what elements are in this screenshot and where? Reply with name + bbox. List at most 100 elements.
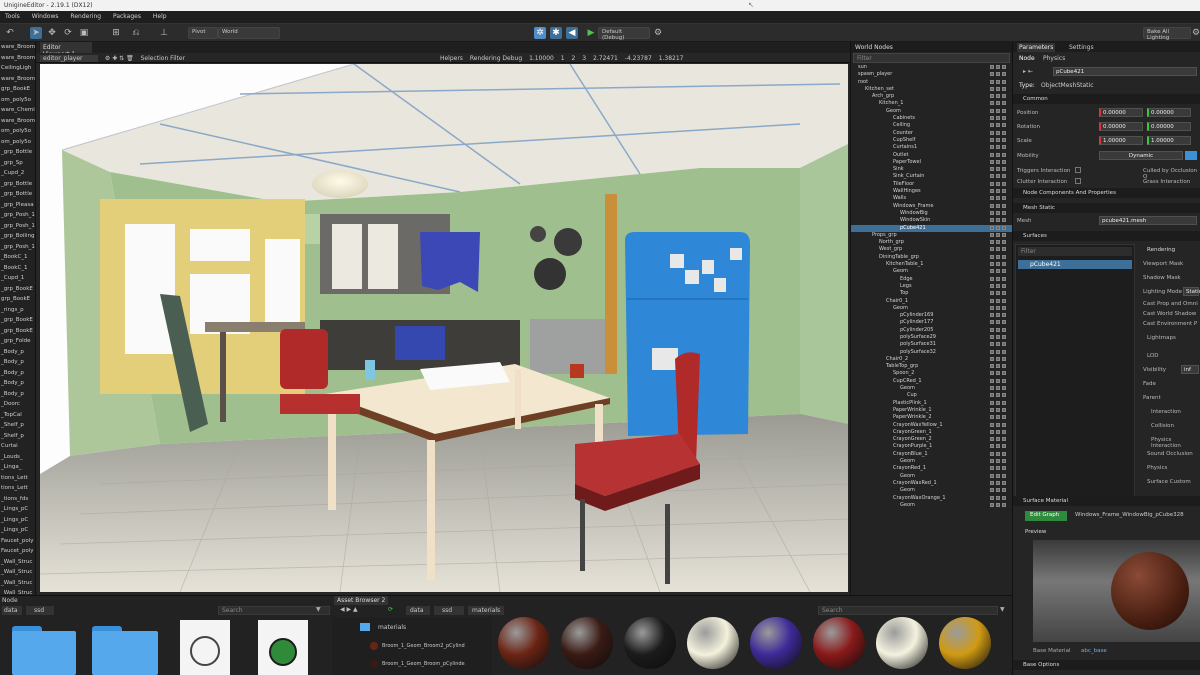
- visibility-toggle-icon[interactable]: [988, 174, 1008, 179]
- visibility-toggle-icon[interactable]: [988, 276, 1008, 282]
- world-node-row[interactable]: pCube421: [851, 224, 1012, 232]
- vp-field-0[interactable]: 1.10000: [529, 53, 554, 62]
- left-list-item[interactable]: _TopCal: [0, 410, 35, 421]
- left-list-item[interactable]: ware_Broom: [0, 116, 35, 127]
- visibility-toggle-icon[interactable]: [988, 145, 1008, 150]
- world-node-row[interactable]: spawn_player: [851, 71, 1012, 78]
- visibility-toggle-icon[interactable]: [988, 108, 1008, 114]
- bake-lighting-button[interactable]: Bake All Lighting: [1143, 27, 1191, 41]
- folder-icon[interactable]: [92, 626, 158, 675]
- left-list-item[interactable]: Faucet_poly: [0, 546, 35, 557]
- left-list-item[interactable]: grp_BookE: [0, 294, 35, 305]
- visibility-toggle-icon[interactable]: [988, 159, 1008, 165]
- left-list-item[interactable]: _grp_BookE: [0, 315, 35, 326]
- left-list-item[interactable]: om_poly5o: [0, 95, 35, 106]
- visibility-toggle-icon[interactable]: [988, 320, 1008, 325]
- world-node-row[interactable]: CupShelf: [851, 137, 1012, 144]
- world-node-row[interactable]: CrayonGreen_2: [851, 436, 1012, 443]
- selection-filter-dropdown[interactable]: Selection Filter: [141, 53, 185, 62]
- world-node-row[interactable]: Edge: [851, 276, 1012, 283]
- world-node-row[interactable]: TileFloor: [851, 181, 1012, 188]
- left-list-item[interactable]: _grp_Bottle: [0, 147, 35, 158]
- world-node-row[interactable]: CrayonRed_1: [851, 465, 1012, 472]
- visibility-toggle-icon[interactable]: [988, 313, 1008, 318]
- nav-back-icon[interactable]: ◀ ▶ ▲: [340, 606, 358, 613]
- collision-option[interactable]: Collision: [1151, 423, 1174, 429]
- visibility-toggle-icon[interactable]: [988, 502, 1008, 508]
- left-list-item[interactable]: tions_Lett: [0, 473, 35, 484]
- visibility-toggle-icon[interactable]: [988, 349, 1008, 355]
- tab-asset-browser[interactable]: Asset Browser 2: [334, 596, 389, 605]
- left-list-item[interactable]: tions_Lett: [0, 483, 35, 494]
- left-list-item[interactable]: _grp_Sp: [0, 158, 35, 169]
- bake-settings-gear-icon[interactable]: ⚙: [1190, 27, 1200, 39]
- folder-icon[interactable]: [12, 626, 76, 675]
- world-node-row[interactable]: CrayonWaxYellow_1: [851, 422, 1012, 429]
- visibility-toggle-icon[interactable]: [988, 86, 1008, 92]
- left-list-item[interactable]: _rings_p: [0, 305, 35, 316]
- tab-editor-viewport[interactable]: Editor Viewport 1: [40, 42, 92, 58]
- material-sphere-thumbnail[interactable]: [687, 617, 739, 669]
- left-list-item[interactable]: _BookC_1: [0, 252, 35, 263]
- scale-y[interactable]: 1.00000: [1147, 136, 1191, 145]
- base-material-link[interactable]: abc_base: [1081, 648, 1107, 654]
- world-node-row[interactable]: Geom: [851, 268, 1012, 275]
- section-interaction[interactable]: Interaction: [1151, 409, 1181, 415]
- left-list-item[interactable]: _Lings_pC: [0, 525, 35, 536]
- world-node-row[interactable]: polySurface31: [851, 341, 1012, 348]
- section-surface-material[interactable]: Surface Material: [1013, 496, 1200, 506]
- visibility-toggle-icon[interactable]: [988, 152, 1008, 158]
- asset-tab-ssd[interactable]: ssd: [434, 606, 464, 615]
- scale-x[interactable]: 1.00000: [1099, 136, 1143, 145]
- visibility-toggle-icon[interactable]: [988, 444, 1008, 449]
- vp-field-4[interactable]: 2.72471: [593, 53, 618, 62]
- mobility-dropdown[interactable]: Dynamic: [1099, 151, 1183, 160]
- world-node-row[interactable]: Cabinets: [851, 115, 1012, 122]
- material-sphere-thumbnail[interactable]: [876, 617, 928, 669]
- space-dropdown[interactable]: World: [218, 27, 280, 39]
- cast-prop-option[interactable]: Cast Prop and Omni: [1143, 301, 1198, 307]
- world-node-row[interactable]: CupCRed_1: [851, 378, 1012, 385]
- rendering-debug-dropdown[interactable]: Rendering Debug: [470, 53, 522, 62]
- visibility-toggle-icon[interactable]: [988, 342, 1008, 347]
- visibility-toggle-icon[interactable]: [988, 451, 1008, 457]
- world-node-row[interactable]: Curtains1: [851, 144, 1012, 151]
- visibility-toggle-icon[interactable]: [988, 466, 1008, 471]
- left-list-item[interactable]: _Wall_Struc: [0, 578, 35, 589]
- visibility-field[interactable]: inf: [1181, 365, 1199, 374]
- world-node-row[interactable]: root: [851, 79, 1012, 86]
- visibility-toggle-icon[interactable]: [988, 407, 1008, 413]
- visibility-toggle-icon[interactable]: [988, 334, 1008, 340]
- cast-world-option[interactable]: Cast World Shadow: [1143, 311, 1196, 317]
- left-tab-ssd[interactable]: ssd: [26, 606, 54, 615]
- snap-icon[interactable]: ⊞: [110, 27, 122, 39]
- visibility-toggle-icon[interactable]: [988, 254, 1008, 260]
- left-list-item[interactable]: _grp_BookE: [0, 284, 35, 295]
- visibility-toggle-icon[interactable]: [988, 203, 1008, 209]
- triggers-checkbox[interactable]: [1075, 167, 1081, 173]
- section-lightmaps[interactable]: Lightmaps: [1147, 335, 1176, 341]
- visibility-toggle-icon[interactable]: [988, 72, 1008, 77]
- world-node-row[interactable]: TableTop_grp: [851, 363, 1012, 370]
- rotation-x[interactable]: 0.00000: [1099, 122, 1143, 131]
- nav-arrows-icon[interactable]: ▸ ⇤: [1023, 68, 1033, 75]
- world-node-row[interactable]: pCylinder205: [851, 327, 1012, 334]
- visibility-toggle-icon[interactable]: [988, 247, 1008, 252]
- menu-help[interactable]: Help: [148, 11, 172, 22]
- physics-interaction-option[interactable]: Physics Interaction: [1151, 437, 1200, 449]
- section-rendering[interactable]: Rendering: [1147, 247, 1175, 253]
- refresh-icon[interactable]: ⟳: [388, 606, 393, 613]
- world-node-row[interactable]: Legs: [851, 283, 1012, 290]
- visibility-toggle-icon[interactable]: [988, 400, 1008, 406]
- left-list-item[interactable]: _Louds_: [0, 452, 35, 463]
- material-sphere-thumbnail[interactable]: [750, 617, 802, 669]
- material-sphere-thumbnail[interactable]: [813, 617, 865, 669]
- menu-rendering[interactable]: Rendering: [65, 11, 106, 22]
- section-lod[interactable]: LOD: [1147, 353, 1158, 359]
- visibility-toggle-icon[interactable]: [988, 364, 1008, 369]
- left-list-item[interactable]: _Body_p: [0, 347, 35, 358]
- left-list-item[interactable]: _Body_p: [0, 368, 35, 379]
- world-node-row[interactable]: WindowSkin: [851, 217, 1012, 224]
- run-config-dropdown[interactable]: Default (Debug): [598, 27, 650, 41]
- left-list-item[interactable]: _Wall_Struc: [0, 567, 35, 578]
